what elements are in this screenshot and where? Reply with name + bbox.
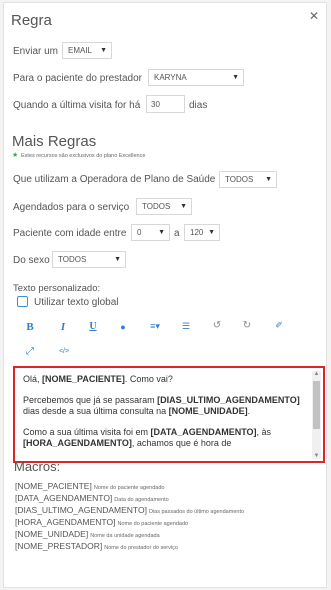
macro-item: [DATA_AGENDAMENTO] Data do agendamento <box>15 493 169 503</box>
days-label: dias <box>189 100 208 111</box>
message-editor[interactable]: Olá, [NOME_PACIENTE]. Como vai? Percebem… <box>13 366 325 463</box>
global-text-label: Utilizar texto global <box>34 297 119 308</box>
scheduled-service-label: Agendados para o serviço <box>13 202 130 213</box>
age-from-select[interactable]: 0 ▼ <box>131 224 170 241</box>
editor-paragraph: Olá, [NOME_PACIENTE]. Como vai? <box>23 374 173 384</box>
macros-title: Macros: <box>14 459 61 474</box>
health-plan-select[interactable]: TODOS ▼ <box>219 171 277 188</box>
chevron-down-icon: ▼ <box>208 229 215 236</box>
chevron-down-icon: ▼ <box>180 203 187 210</box>
last-visit-label: Quando a última visita for há <box>13 100 141 111</box>
editor-scrollbar[interactable]: ▲ ▼ <box>312 371 321 459</box>
macro-item: [NOME_UNIDADE] Nome da unidade agendada <box>15 529 160 539</box>
send-type-select[interactable]: EMAIL ▼ <box>62 42 112 59</box>
age-from-value: 0 <box>137 228 142 237</box>
age-and-label: a <box>174 228 180 239</box>
editor-paragraph: Percebemos que já se passaram [DIAS_ULTI… <box>23 395 300 416</box>
age-to-value: 120 <box>190 228 204 237</box>
excellence-note: Estes recursos são exclusivos do plano E… <box>21 153 146 159</box>
global-text-checkbox[interactable] <box>17 296 28 307</box>
macro-item: [DIAS_ULTIMO_AGENDAMENTO] Dias passados d… <box>15 505 245 515</box>
custom-text-label: Texto personalizado: <box>13 283 101 294</box>
rule-modal: ✕ Regra Enviar um EMAIL ▼ Para o pacient… <box>3 2 327 588</box>
text-color-icon[interactable]: ● <box>116 322 130 332</box>
more-rules-title: Mais Regras <box>12 133 97 150</box>
age-to-select[interactable]: 120 ▼ <box>184 224 220 241</box>
last-visit-days-input[interactable]: 30 <box>146 95 185 113</box>
editor-paragraph: Como a sua última visita foi em [DATA_AG… <box>23 427 272 448</box>
editor-content[interactable]: Olá, [NOME_PACIENTE]. Como vai? Percebem… <box>23 374 308 459</box>
chevron-down-icon: ▼ <box>100 47 107 54</box>
send-type-value: EMAIL <box>68 46 93 55</box>
chevron-down-icon: ▼ <box>158 229 165 236</box>
chevron-down-icon: ▼ <box>114 256 121 263</box>
redo-icon[interactable]: ↻ <box>240 320 254 331</box>
align-dropdown-icon[interactable]: ≡▾ <box>145 321 165 332</box>
rule-title: Regra <box>11 12 52 29</box>
macro-item: [HORA_AGENDAMENTO] Nome do paciente agend… <box>15 517 189 527</box>
age-label: Paciente com idade entre <box>13 228 127 239</box>
send-label: Enviar um <box>13 46 59 57</box>
fullscreen-icon[interactable]: ⤢ <box>23 346 37 357</box>
macro-item: [NOME_PACIENTE] Nome do paciente agendado <box>15 481 165 491</box>
code-view-icon[interactable]: </> <box>55 348 73 355</box>
italic-button[interactable]: I <box>56 321 70 333</box>
sex-label: Do sexo <box>13 255 50 266</box>
sex-select[interactable]: TODOS ▼ <box>52 251 126 268</box>
scheduled-service-value: TODOS <box>142 202 171 211</box>
list-icon[interactable]: ☰ <box>179 321 193 332</box>
bold-button[interactable]: B <box>23 321 37 333</box>
patient-provider-label: Para o paciente do prestador <box>13 73 142 84</box>
undo-icon[interactable]: ↺ <box>210 320 224 331</box>
chevron-down-icon: ▼ <box>265 176 272 183</box>
sex-value: TODOS <box>58 255 87 264</box>
provider-select[interactable]: KARYNA ▼ <box>148 69 244 86</box>
close-icon[interactable]: ✕ <box>309 9 319 23</box>
underline-button[interactable]: U <box>86 321 100 332</box>
scheduled-service-select[interactable]: TODOS ▼ <box>136 198 192 215</box>
health-plan-value: TODOS <box>225 175 254 184</box>
star-icon: ★ <box>12 152 19 159</box>
health-plan-label: Que utilizam a Operadora de Plano de Saú… <box>13 174 216 185</box>
provider-value: KARYNA <box>154 73 187 82</box>
chevron-down-icon: ▼ <box>232 74 239 81</box>
macro-item: [NOME_PRESTADOR] Nome do prestador do ser… <box>15 541 178 551</box>
scroll-thumb[interactable] <box>313 381 320 429</box>
scroll-down-icon[interactable]: ▼ <box>312 453 321 459</box>
scroll-up-icon[interactable]: ▲ <box>312 371 321 377</box>
eraser-icon[interactable]: ✐ <box>272 320 286 331</box>
